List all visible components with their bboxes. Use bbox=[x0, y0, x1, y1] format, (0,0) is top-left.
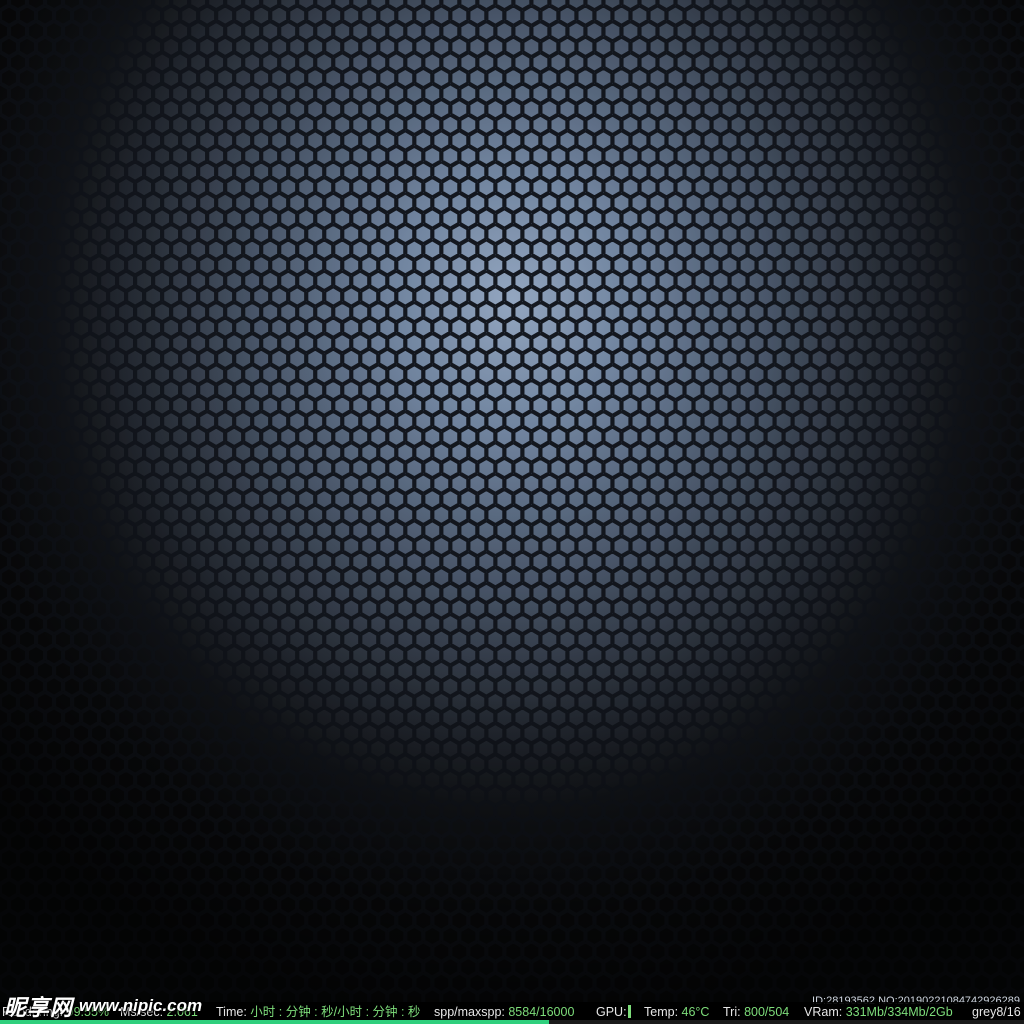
rendering-stat: Rendering: 99.55% bbox=[2, 1002, 109, 1022]
vram-label: VRam: bbox=[804, 1005, 843, 1019]
render-progress-fill bbox=[0, 1020, 550, 1024]
vram-stat: VRam: 331Mb/334Mb/2Gb bbox=[804, 1002, 953, 1022]
vignette-overlay bbox=[0, 0, 1024, 1024]
time-label: Time: bbox=[216, 1005, 247, 1019]
tri-label: Tri: bbox=[723, 1005, 741, 1019]
vram-value: 331Mb/334Mb/2Gb bbox=[845, 1005, 953, 1019]
rendering-value: 99.55% bbox=[66, 1005, 110, 1019]
time-value: 小时 : 分钟 : 秒/小时 : 分钟 : 秒 bbox=[250, 1005, 421, 1019]
gpu-load-bar bbox=[627, 1005, 631, 1018]
mssec-stat: Ms/sec: 2.061 bbox=[120, 1002, 198, 1022]
render-progress-bar bbox=[0, 1020, 1024, 1024]
render-viewport: ID:28193562 NO:20190221084742926289 Rend… bbox=[0, 0, 1024, 1024]
time-stat: Time: 小时 : 分钟 : 秒/小时 : 分钟 : 秒 bbox=[216, 1002, 420, 1022]
spp-value: 8584/16000 bbox=[508, 1005, 575, 1019]
tri-value: 800/504 bbox=[744, 1005, 790, 1019]
honeycomb-pattern bbox=[0, 0, 1024, 1024]
temp-label: Temp: bbox=[644, 1005, 679, 1019]
mssec-value: 2.061 bbox=[166, 1005, 198, 1019]
extra-value: grey8/16 bbox=[972, 1005, 1021, 1019]
rendering-label: Rendering: bbox=[2, 1005, 64, 1019]
mssec-label: Ms/sec: bbox=[120, 1005, 164, 1019]
gpu-label: GPU: bbox=[596, 1005, 627, 1019]
temp-value: 46°C bbox=[681, 1005, 710, 1019]
extra-stat: grey8/16 bbox=[972, 1002, 1021, 1022]
spp-label: spp/maxspp: bbox=[434, 1005, 505, 1019]
spp-stat: spp/maxspp: 8584/16000 bbox=[434, 1002, 574, 1022]
temp-stat: Temp: 46°C bbox=[644, 1002, 709, 1022]
tri-stat: Tri: 800/504 bbox=[723, 1002, 789, 1022]
gpu-stat: GPU: bbox=[596, 1002, 631, 1022]
